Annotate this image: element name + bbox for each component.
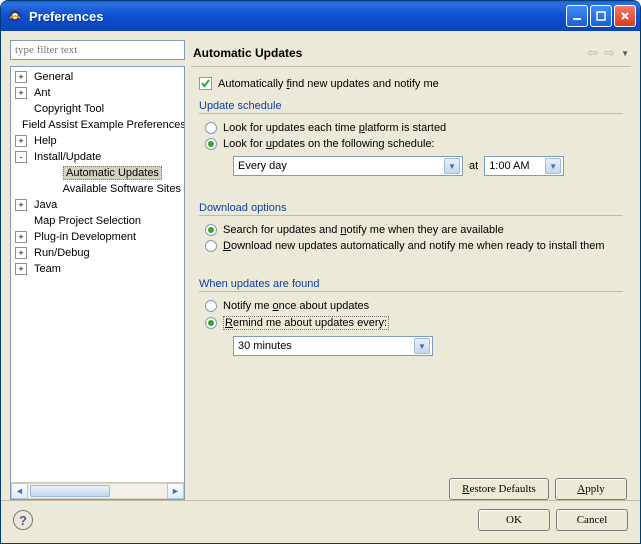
auto-find-label: Automatically find new updates and notif… [218, 78, 439, 90]
tree-item[interactable]: -Install/Update [11, 149, 184, 165]
expand-icon[interactable]: + [15, 71, 27, 83]
tree-item[interactable]: + Team [11, 261, 184, 277]
tree-item-label: Copyright Tool [31, 103, 107, 115]
download-search-label: Search for updates and notify me when th… [223, 224, 504, 236]
scroll-thumb[interactable] [30, 485, 110, 497]
tree-item-label: Plug-in Development [31, 231, 139, 243]
preferences-tree[interactable]: + General + Ant Copyright Tool Field Assist E… [11, 67, 184, 482]
tree-item-label: Map Project Selection [31, 215, 144, 227]
tree-item-label: Java [31, 199, 60, 211]
tree-item-label: Team [31, 263, 64, 275]
remind-interval-combo[interactable]: 30 minutes ▼ [233, 336, 433, 356]
nav-forward-icon[interactable]: ⇨ [604, 45, 615, 61]
titlebar[interactable]: Preferences [1, 1, 640, 31]
chevron-down-icon: ▼ [414, 338, 430, 354]
nav-menu-icon[interactable]: ▼ [621, 49, 629, 58]
schedule-day-combo[interactable]: Every day ▼ [233, 156, 463, 176]
expand-icon[interactable]: + [15, 263, 27, 275]
expand-icon[interactable]: + [15, 87, 27, 99]
tree-item[interactable]: Available Software Sites [11, 181, 184, 197]
expand-icon[interactable]: + [15, 247, 27, 259]
preferences-window: Preferences + General + Ant Copyright Tool Fi… [0, 0, 641, 544]
schedule-schedule-radio[interactable] [205, 138, 217, 150]
collapse-icon[interactable]: - [15, 151, 27, 163]
expand-icon[interactable]: + [15, 135, 27, 147]
download-auto-label: Download new updates automatically and n… [223, 240, 605, 252]
download-group-title: Download options [199, 202, 623, 216]
twisty-spacer [15, 103, 27, 115]
tree-item-label: Help [31, 135, 60, 147]
chevron-down-icon: ▼ [444, 158, 460, 174]
found-once-radio[interactable] [205, 300, 217, 312]
auto-find-checkbox[interactable] [199, 77, 212, 90]
help-button[interactable]: ? [13, 510, 33, 530]
tree-item-label: Available Software Sites [60, 183, 184, 195]
restore-defaults-button[interactable]: Restore Defaults [449, 478, 549, 500]
tree-item[interactable]: Map Project Selection [11, 213, 184, 229]
twisty-spacer [45, 183, 55, 195]
scroll-right-button[interactable]: ► [167, 483, 184, 499]
close-button[interactable] [614, 5, 636, 27]
minimize-button[interactable] [566, 5, 588, 27]
schedule-schedule-label: Look for updates on the following schedu… [223, 138, 435, 150]
download-search-radio[interactable] [205, 224, 217, 236]
tree-item[interactable]: + Run/Debug [11, 245, 184, 261]
found-remind-radio[interactable] [205, 317, 217, 329]
app-icon [7, 8, 23, 24]
tree-item-label: Run/Debug [31, 247, 93, 259]
chevron-down-icon: ▼ [545, 158, 561, 174]
tree-item[interactable]: Automatic Updates [11, 165, 184, 181]
schedule-startup-radio[interactable] [205, 122, 217, 134]
tree-item[interactable]: + Java [11, 197, 184, 213]
tree-item-label: Install/Update [31, 151, 104, 163]
tree-item[interactable]: Copyright Tool [11, 101, 184, 117]
page-title: Automatic Updates [193, 46, 587, 60]
expand-icon[interactable]: + [15, 231, 27, 243]
scroll-left-button[interactable]: ◄ [11, 483, 28, 499]
tree-item[interactable]: + Ant [11, 85, 184, 101]
tree-item[interactable]: + General [11, 69, 184, 85]
filter-input[interactable] [10, 40, 185, 60]
download-auto-radio[interactable] [205, 240, 217, 252]
found-once-label: Notify me once about updates [223, 300, 369, 312]
expand-icon[interactable]: + [15, 199, 27, 211]
tree-item-label: Ant [31, 87, 54, 99]
ok-button[interactable]: OK [478, 509, 550, 531]
tree-item-label: Automatic Updates [63, 166, 162, 180]
found-group-title: When updates are found [199, 278, 623, 292]
twisty-spacer [15, 215, 27, 227]
apply-button[interactable]: Apply [555, 478, 627, 500]
schedule-group-title: Update schedule [199, 100, 623, 114]
schedule-startup-label: Look for updates each time platform is s… [223, 122, 446, 134]
tree-item[interactable]: + Help [11, 133, 184, 149]
found-remind-label: Remind me about updates every: [223, 316, 389, 330]
nav-back-icon[interactable]: ⇦ [587, 45, 598, 61]
tree-item-label: Field Assist Example Preferences [19, 119, 184, 131]
tree-item[interactable]: Field Assist Example Preferences [11, 117, 184, 133]
schedule-at-label: at [469, 160, 478, 172]
tree-item[interactable]: + Plug-in Development [11, 229, 184, 245]
window-title: Preferences [29, 9, 566, 24]
horizontal-scrollbar[interactable]: ◄ ► [11, 482, 184, 499]
maximize-button[interactable] [590, 5, 612, 27]
twisty-spacer [47, 167, 59, 179]
tree-item-label: General [31, 71, 76, 83]
cancel-button[interactable]: Cancel [556, 509, 628, 531]
schedule-time-combo[interactable]: 1:00 AM ▼ [484, 156, 564, 176]
